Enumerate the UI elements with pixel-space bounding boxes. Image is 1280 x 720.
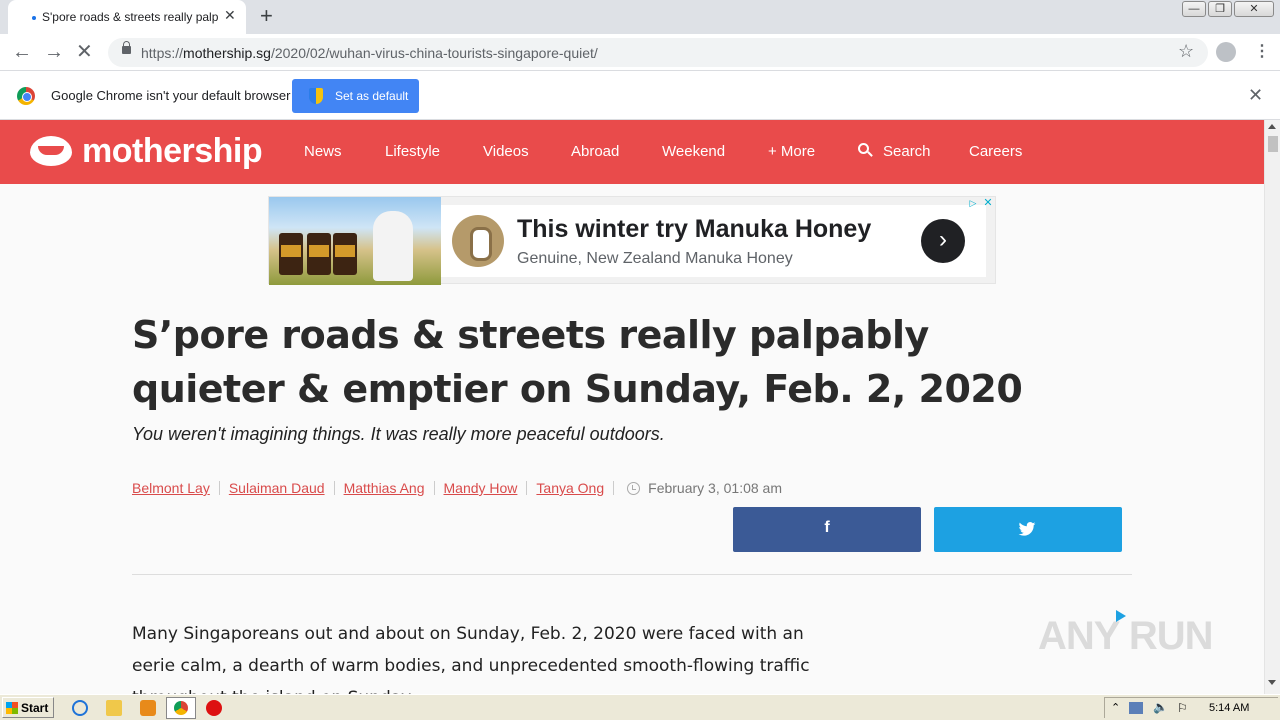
- lock-icon[interactable]: [122, 41, 131, 54]
- default-browser-infobar: Google Chrome isn't your default browser…: [0, 72, 1280, 120]
- vertical-scrollbar[interactable]: [1264, 120, 1280, 694]
- search-icon[interactable]: [858, 143, 873, 157]
- ad-banner[interactable]: This winter try Manuka Honey Genuine, Ne…: [268, 196, 996, 285]
- site-header: mothership News Lifestyle Videos Abroad …: [0, 120, 1264, 184]
- nav-lifestyle[interactable]: Lifestyle: [385, 143, 440, 160]
- publish-date: February 3, 01:08 am: [648, 480, 782, 496]
- nav-more[interactable]: + More: [768, 143, 815, 160]
- tray-expand-icon[interactable]: ⌃: [1111, 701, 1120, 714]
- scroll-up-icon[interactable]: [1268, 124, 1276, 129]
- ad-card[interactable]: This winter try Manuka Honey Genuine, Ne…: [441, 205, 986, 277]
- tab-title: S'pore roads & streets really palpably: [42, 10, 218, 24]
- adchoices-icon[interactable]: ▷: [967, 197, 979, 209]
- loading-icon: [32, 16, 36, 20]
- article-headline: S’pore roads & streets really palpably q…: [132, 313, 1023, 411]
- ad-image[interactable]: [269, 197, 441, 285]
- taskbar-clock[interactable]: 5:14 AM: [1209, 702, 1249, 714]
- action-center-flag-icon[interactable]: ⚐: [1177, 701, 1188, 715]
- facebook-share-button[interactable]: f: [733, 507, 921, 552]
- article-body: Many Singaporeans out and about on Sunda…: [132, 624, 810, 694]
- network-icon[interactable]: [1129, 702, 1143, 714]
- twitter-share-button[interactable]: [934, 507, 1122, 552]
- minimize-button[interactable]: —: [1182, 1, 1206, 17]
- mothership-logo-icon: [30, 136, 72, 166]
- bookmark-star-icon[interactable]: ☆: [1178, 41, 1194, 62]
- nav-videos[interactable]: Videos: [483, 143, 529, 160]
- twitter-icon: [1018, 522, 1036, 536]
- url-text[interactable]: https://mothership.sg/2020/02/wuhan-viru…: [141, 45, 598, 61]
- nav-news[interactable]: News: [304, 143, 342, 160]
- browser-toolbar: ← → ✕ https://mothership.sg/2020/02/wuha…: [0, 34, 1280, 71]
- bee-logo-icon: [452, 215, 504, 267]
- chrome-logo-icon: [17, 87, 35, 105]
- author-list: Belmont Lay Sulaiman Daud Matthias Ang Mand…: [132, 480, 782, 500]
- opera-icon[interactable]: [206, 700, 222, 716]
- facebook-icon: f: [824, 519, 830, 536]
- ad-headline[interactable]: This winter try Manuka Honey: [517, 215, 871, 244]
- author-link[interactable]: Mandy How: [444, 480, 518, 496]
- ad-subline[interactable]: Genuine, New Zealand Manuka Honey: [517, 250, 793, 268]
- new-tab-button[interactable]: +: [260, 4, 273, 28]
- nav-careers[interactable]: Careers: [969, 143, 1022, 160]
- windows-taskbar: Start ⌃ 🔈 ⚐ 5:14 AM: [0, 694, 1280, 720]
- uac-shield-icon: [309, 88, 323, 104]
- nav-abroad[interactable]: Abroad: [571, 143, 619, 160]
- start-button[interactable]: Start: [2, 697, 54, 718]
- tab-strip: S'pore roads & streets really palpably ✕…: [0, 0, 1280, 34]
- volume-icon[interactable]: 🔈: [1153, 700, 1168, 714]
- profile-avatar[interactable]: [1216, 42, 1236, 62]
- watermark-play-icon: [1116, 610, 1126, 622]
- window-close-button[interactable]: ✕: [1234, 1, 1274, 17]
- scroll-thumb[interactable]: [1268, 136, 1278, 152]
- tab-close-icon[interactable]: ✕: [224, 7, 236, 24]
- nav-weekend[interactable]: Weekend: [662, 143, 725, 160]
- author-link[interactable]: Tanya Ong: [536, 480, 604, 496]
- ie-icon[interactable]: [72, 700, 88, 716]
- set-as-default-label: Set as default: [335, 89, 409, 103]
- system-tray: ⌃ 🔈 ⚐ 5:14 AM: [1104, 697, 1278, 718]
- nav-search[interactable]: Search: [883, 143, 931, 160]
- back-icon[interactable]: ←: [12, 40, 32, 64]
- forward-icon[interactable]: →: [44, 40, 64, 64]
- kebab-menu-icon[interactable]: ⋮: [1254, 41, 1270, 61]
- chrome-icon: [174, 701, 188, 715]
- author-link[interactable]: Matthias Ang: [344, 480, 425, 496]
- restore-button[interactable]: ❐: [1208, 1, 1232, 17]
- infobar-message: Google Chrome isn't your default browser: [51, 88, 291, 103]
- logo-text: mothership: [82, 132, 263, 170]
- ad-close-icon[interactable]: ✕: [982, 197, 994, 209]
- explorer-folder-icon[interactable]: [106, 700, 122, 716]
- media-player-icon[interactable]: [140, 700, 156, 716]
- chrome-taskbar-button[interactable]: [166, 697, 196, 719]
- address-bar[interactable]: https://mothership.sg/2020/02/wuhan-viru…: [108, 38, 1208, 67]
- divider: [132, 574, 1132, 575]
- stop-icon[interactable]: ✕: [76, 40, 93, 64]
- windows-logo-icon: [6, 702, 18, 714]
- author-link[interactable]: Sulaiman Daud: [229, 480, 325, 496]
- ad-arrow-button[interactable]: ›: [921, 219, 965, 263]
- infobar-close-icon[interactable]: ✕: [1248, 85, 1263, 106]
- browser-tab[interactable]: S'pore roads & streets really palpably ✕: [8, 0, 246, 34]
- article-dek: You weren't imagining things. It was rea…: [132, 424, 665, 444]
- start-label: Start: [21, 701, 49, 715]
- author-link[interactable]: Belmont Lay: [132, 480, 210, 496]
- scroll-down-icon[interactable]: [1268, 680, 1276, 685]
- set-as-default-button[interactable]: Set as default: [292, 79, 419, 113]
- clock-icon: [627, 482, 641, 495]
